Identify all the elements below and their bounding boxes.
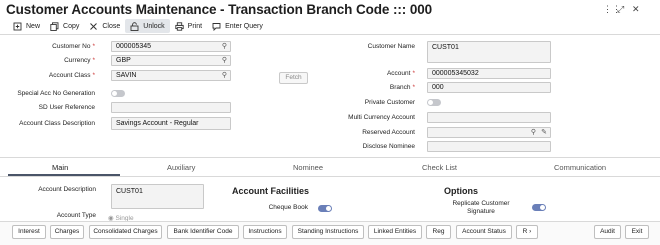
search-icon[interactable]: ⚲ — [222, 56, 227, 65]
search-icon[interactable]: ⚲ — [222, 71, 227, 80]
print-icon — [175, 21, 184, 31]
sd-user-ref-field[interactable] — [111, 102, 231, 113]
close-label: Close — [102, 22, 121, 30]
enter-query-button[interactable]: Enter Query — [207, 19, 268, 33]
customer-name-value: CUST01 — [432, 44, 459, 51]
expand-icon[interactable]: ⤢ — [617, 4, 624, 15]
account-description-value: CUST01 — [116, 188, 143, 195]
currency-field[interactable]: GBP ⚲ — [111, 55, 231, 66]
replicate-customer-signature-toggle[interactable] — [532, 204, 546, 211]
customer-name-field[interactable]: CUST01 — [427, 41, 551, 63]
account-field[interactable]: 000005345032 — [427, 68, 551, 79]
branch-value: 000 — [432, 84, 444, 91]
tab-nominee[interactable]: Nominee — [293, 163, 323, 172]
reserved-account-label: Reserved Account — [362, 129, 415, 136]
new-label: New — [26, 22, 41, 30]
replicate-customer-signature-label: Replicate Customer Signature — [452, 200, 510, 215]
tab-main[interactable]: Main — [52, 163, 68, 172]
fetch-button[interactable]: Fetch — [279, 72, 308, 84]
more-button-label: R — [522, 228, 528, 235]
charges-button[interactable]: Charges — [50, 225, 84, 239]
search-icon[interactable]: ⚲ — [531, 128, 536, 137]
customer-name-label: Customer Name — [367, 43, 415, 50]
instructions-button[interactable]: Instructions — [243, 225, 287, 239]
copy-icon — [50, 21, 59, 31]
reserved-account-field[interactable]: ⚲ ✎ — [427, 127, 551, 138]
comment-icon[interactable]: ✎ — [541, 128, 547, 137]
unlock-button[interactable]: Unlock — [125, 19, 170, 33]
toolbar-divider — [0, 34, 660, 35]
currency-label: Currency * — [64, 57, 95, 64]
close-button[interactable]: Close — [84, 19, 125, 33]
cheque-book-label: Cheque Book — [268, 204, 308, 211]
currency-value: GBP — [116, 57, 131, 64]
special-acc-toggle[interactable] — [111, 90, 125, 97]
account-class-desc-field[interactable]: Savings Account - Regular — [111, 117, 231, 130]
multi-currency-field[interactable] — [427, 112, 551, 123]
exit-button[interactable]: Exit — [625, 225, 649, 239]
account-class-field[interactable]: SAVIN ⚲ — [111, 70, 231, 81]
close-icon — [89, 22, 98, 31]
print-label: Print — [187, 22, 203, 30]
unlock-label: Unlock — [143, 22, 165, 30]
account-value: 000005345032 — [432, 70, 479, 77]
account-description-field[interactable]: CUST01 — [111, 184, 204, 209]
sd-user-ref-label: SD User Reference — [38, 104, 95, 111]
standing-instructions-button[interactable]: Standing Instructions — [292, 225, 364, 239]
tab-communication[interactable]: Communication — [554, 163, 606, 172]
unlock-icon — [130, 21, 139, 31]
tab-divider — [0, 176, 660, 177]
new-button[interactable]: New — [8, 19, 45, 33]
customer-no-value: 000005345 — [116, 43, 152, 50]
copy-label: Copy — [63, 22, 80, 30]
close-window-icon[interactable]: ✕ — [632, 4, 640, 15]
window-title: Customer Accounts Maintenance - Transact… — [6, 2, 433, 17]
private-customer-toggle[interactable] — [427, 99, 441, 106]
account-class-value: SAVIN — [116, 72, 137, 79]
cheque-book-toggle[interactable] — [318, 205, 332, 212]
branch-field[interactable]: 000 — [427, 82, 551, 93]
private-customer-label: Private Customer — [364, 99, 415, 106]
account-class-desc-label: Account Class Description — [19, 120, 95, 127]
tab-auxiliary[interactable]: Auxiliary — [167, 163, 195, 172]
disclose-nominee-field[interactable] — [427, 141, 551, 152]
account-class-desc-value: Savings Account - Regular — [116, 120, 199, 127]
account-label: Account * — [386, 70, 415, 77]
customer-no-field[interactable]: 000005345 ⚲ — [111, 41, 231, 52]
toolbar: New Copy Close Unlock Print Enter Query — [8, 19, 268, 33]
interest-button[interactable]: Interest — [12, 225, 46, 239]
bottom-toolbar: Interest Charges Consolidated Charges Ba… — [0, 221, 660, 245]
query-icon — [212, 22, 221, 31]
search-icon[interactable]: ⚲ — [222, 42, 227, 51]
multi-currency-label: Multi Currency Account — [348, 114, 415, 121]
disclose-nominee-label: Disclose Nominee — [362, 143, 415, 150]
audit-button[interactable]: Audit — [594, 225, 621, 239]
special-acc-label: Special Acc No Generation — [17, 90, 95, 97]
account-description-label: Account Description — [38, 186, 96, 193]
bank-identifier-code-button[interactable]: Bank Identifier Code — [167, 225, 239, 239]
options-title: Options — [444, 186, 478, 196]
account-class-label: Account Class * — [48, 72, 95, 79]
tab-check-list[interactable]: Check List — [422, 163, 457, 172]
copy-button[interactable]: Copy — [45, 19, 84, 33]
enter-query-label: Enter Query — [225, 22, 263, 30]
form-divider — [0, 157, 660, 158]
tab-bar: Main Auxiliary Nominee Check List Commun… — [0, 161, 660, 175]
print-button[interactable]: Print — [170, 19, 207, 33]
account-facilities-title: Account Facilities — [232, 186, 310, 196]
new-icon — [13, 22, 22, 31]
reg-button[interactable]: Reg — [426, 225, 451, 239]
linked-entities-button[interactable]: Linked Entities — [368, 225, 422, 239]
chevron-right-icon: › — [529, 228, 532, 235]
consolidated-charges-button[interactable]: Consolidated Charges — [89, 225, 162, 239]
branch-label: Branch * — [389, 84, 415, 91]
customer-no-label: Customer No * — [52, 43, 95, 50]
account-status-button[interactable]: Account Status — [456, 225, 512, 239]
more-button[interactable]: R › — [516, 225, 538, 239]
account-type-label: Account Type — [56, 212, 96, 219]
